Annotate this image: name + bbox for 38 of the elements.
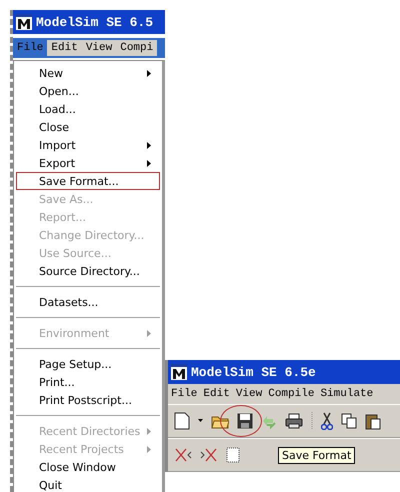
- menu-bar-item[interactable]: Simulate: [317, 386, 376, 402]
- menu-bar-item[interactable]: Compi: [116, 40, 158, 56]
- menu-item[interactable]: Open...: [16, 82, 160, 100]
- clipboard-icon[interactable]: [365, 412, 381, 430]
- toolbar-divider: [311, 412, 313, 430]
- window-title: ModelSim SE 6.5: [36, 14, 154, 30]
- menu-item[interactable]: Import: [16, 136, 160, 154]
- menu-item[interactable]: New: [16, 64, 160, 82]
- menu-item[interactable]: Close Window: [16, 458, 160, 476]
- scissors-icon[interactable]: [321, 412, 333, 430]
- tooltip: Save Format: [278, 446, 356, 464]
- caret-icon[interactable]: [198, 419, 203, 423]
- x-arrow-icon[interactable]: [174, 447, 192, 463]
- copy-icon[interactable]: [341, 413, 357, 429]
- new-document-icon[interactable]: [174, 412, 190, 430]
- app-logo-icon: [171, 364, 187, 380]
- menu-bar-item[interactable]: Edit: [200, 386, 233, 402]
- menu-bar-item[interactable]: View: [82, 40, 116, 56]
- menu-item[interactable]: Page Setup...: [16, 355, 160, 373]
- menu-item[interactable]: Save Format...: [16, 172, 160, 190]
- menu-bar-item[interactable]: Compile: [265, 386, 318, 402]
- menu-item[interactable]: Close: [16, 118, 160, 136]
- menu-bar-item[interactable]: Edit: [47, 40, 82, 56]
- menu-item[interactable]: Datasets...: [16, 293, 160, 311]
- app-logo-icon: [16, 14, 32, 30]
- dotted-document-icon[interactable]: [226, 447, 240, 463]
- x-arrow-icon[interactable]: [200, 447, 218, 463]
- menu-item[interactable]: Load...: [16, 100, 160, 118]
- menu-item[interactable]: Source Directory...: [16, 262, 160, 280]
- menu-item[interactable]: Print Postscript...: [16, 391, 160, 409]
- menu-item[interactable]: Quit: [16, 476, 160, 492]
- window-title: ModelSim SE 6.5e: [191, 364, 316, 380]
- save-icon[interactable]: [237, 413, 253, 429]
- menu-bar-item[interactable]: File: [168, 386, 200, 402]
- printer-icon[interactable]: [285, 413, 303, 429]
- menu-item[interactable]: Export: [16, 154, 160, 172]
- menu-item[interactable]: Print...: [16, 373, 160, 391]
- menu-bar-item[interactable]: View: [232, 386, 266, 402]
